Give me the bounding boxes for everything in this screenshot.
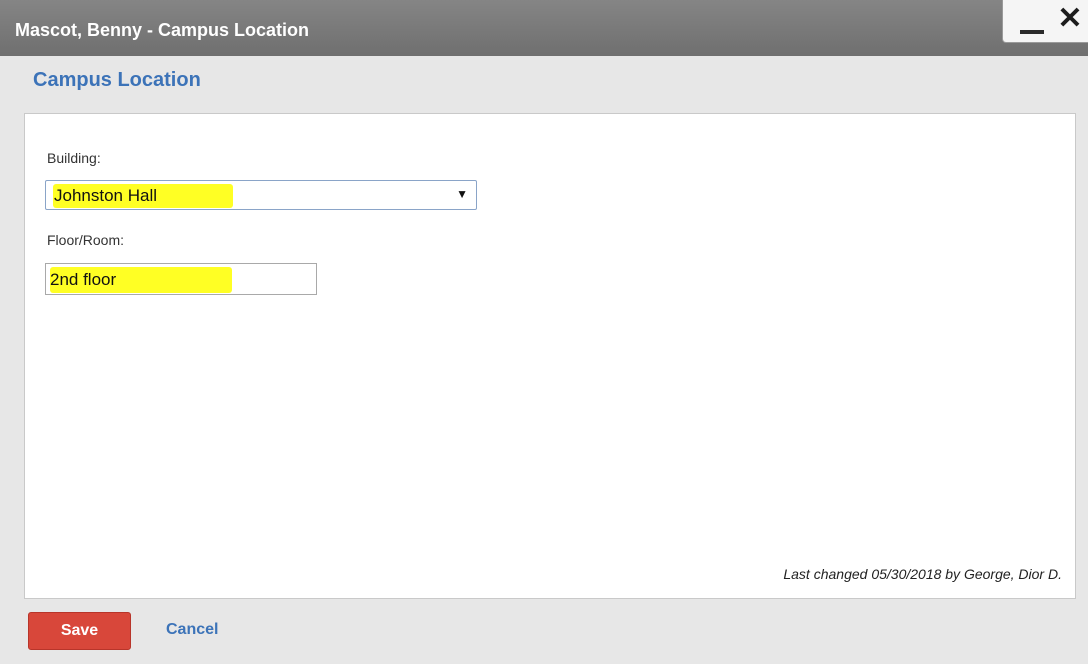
close-icon[interactable]: ✕ (1055, 3, 1085, 35)
form-panel: Building: Johnston Hall ▼ Floor/Room: 2n… (24, 113, 1076, 599)
building-selected-value: Johnston Hall (54, 186, 158, 205)
minimize-icon[interactable] (1015, 8, 1051, 36)
building-select[interactable]: Johnston Hall ▼ (45, 180, 477, 210)
section-title: Campus Location (33, 69, 201, 91)
building-label: Building: (47, 150, 101, 166)
floor-room-label: Floor/Room: (47, 232, 125, 248)
save-button[interactable]: Save (28, 612, 131, 650)
floor-room-input[interactable]: 2nd floor (45, 263, 317, 295)
campus-location-dialog: Mascot, Benny - Campus Location ✕ Campus… (0, 0, 1088, 664)
dropdown-arrow-icon: ▼ (456, 187, 468, 201)
title-bar: Mascot, Benny - Campus Location ✕ (0, 0, 1088, 56)
window-title: Mascot, Benny - Campus Location (15, 20, 310, 40)
last-changed-text: Last changed 05/30/2018 by George, Dior … (783, 566, 1062, 582)
window-controls: ✕ (1002, 0, 1088, 43)
floor-room-value: 2nd floor (50, 270, 117, 289)
cancel-link[interactable]: Cancel (166, 621, 218, 639)
